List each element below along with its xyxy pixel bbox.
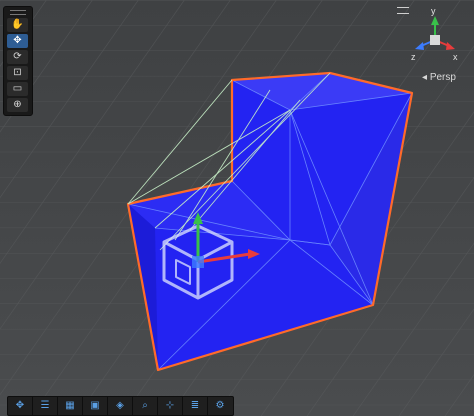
search-icon: ⌕ [142,400,148,411]
z-axis-handle [192,256,204,268]
layers-button[interactable]: ≣ [183,397,208,415]
rect-tool-button[interactable]: ▭ [7,82,28,96]
chevron-left-icon: ◂ [422,72,428,83]
snap-button[interactable]: ⊹ [158,397,183,415]
rotate-tool-button[interactable]: ⟳ [7,50,28,64]
settings-icon: ⚙ [215,400,225,411]
align-icon: ☰ [40,400,50,411]
projection-label[interactable]: ◂ Persp [422,72,456,83]
move-icon: ✥ [15,400,25,411]
move-icon: ✥ [13,35,22,46]
projection-text: Persp [429,72,456,83]
transform-icon: ⊕ [13,99,22,110]
scene-viewport[interactable]: y x z [0,0,474,416]
transform-tool-button[interactable]: ⊕ [7,98,28,112]
gizmo-y-label: y [431,6,436,16]
search-button[interactable]: ⌕ [133,397,158,415]
rect-icon: ▭ [12,83,23,94]
bounds-button[interactable]: ▣ [83,397,108,415]
hand-tool-button[interactable]: ✋ [7,18,28,32]
scale-icon: ⊡ [13,67,22,78]
move-tool-button[interactable]: ✥ [7,34,28,48]
settings-button[interactable]: ⚙ [208,397,232,415]
hand-icon: ✋ [11,19,24,30]
layers-icon: ≣ [190,400,200,411]
grid-button[interactable]: ▦ [58,397,83,415]
rotate-icon: ⟳ [13,51,22,62]
grid-icon: ▦ [65,400,75,411]
gizmo-menu-icon[interactable] [397,7,409,14]
toolbar-grip-icon[interactable] [10,10,26,15]
bottom-toolbar: ✥ ☰ ▦ ▣ ◈ ⌕ ⊹ ≣ ⚙ [7,396,234,416]
pivot-icon: ◈ [116,400,124,411]
gizmo-z-label: z [411,52,416,62]
gizmo-x-label: x [453,52,458,62]
gizmo-center-cube-icon [430,35,440,45]
bounds-icon: ▣ [90,400,100,411]
move-button[interactable]: ✥ [8,397,33,415]
pivot-button[interactable]: ◈ [108,397,133,415]
scale-tool-button[interactable]: ⊡ [7,66,28,80]
align-button[interactable]: ☰ [33,397,58,415]
tools-toolbar: ✋ ✥ ⟳ ⊡ ▭ ⊕ [3,6,33,116]
snap-icon: ⊹ [165,400,175,411]
